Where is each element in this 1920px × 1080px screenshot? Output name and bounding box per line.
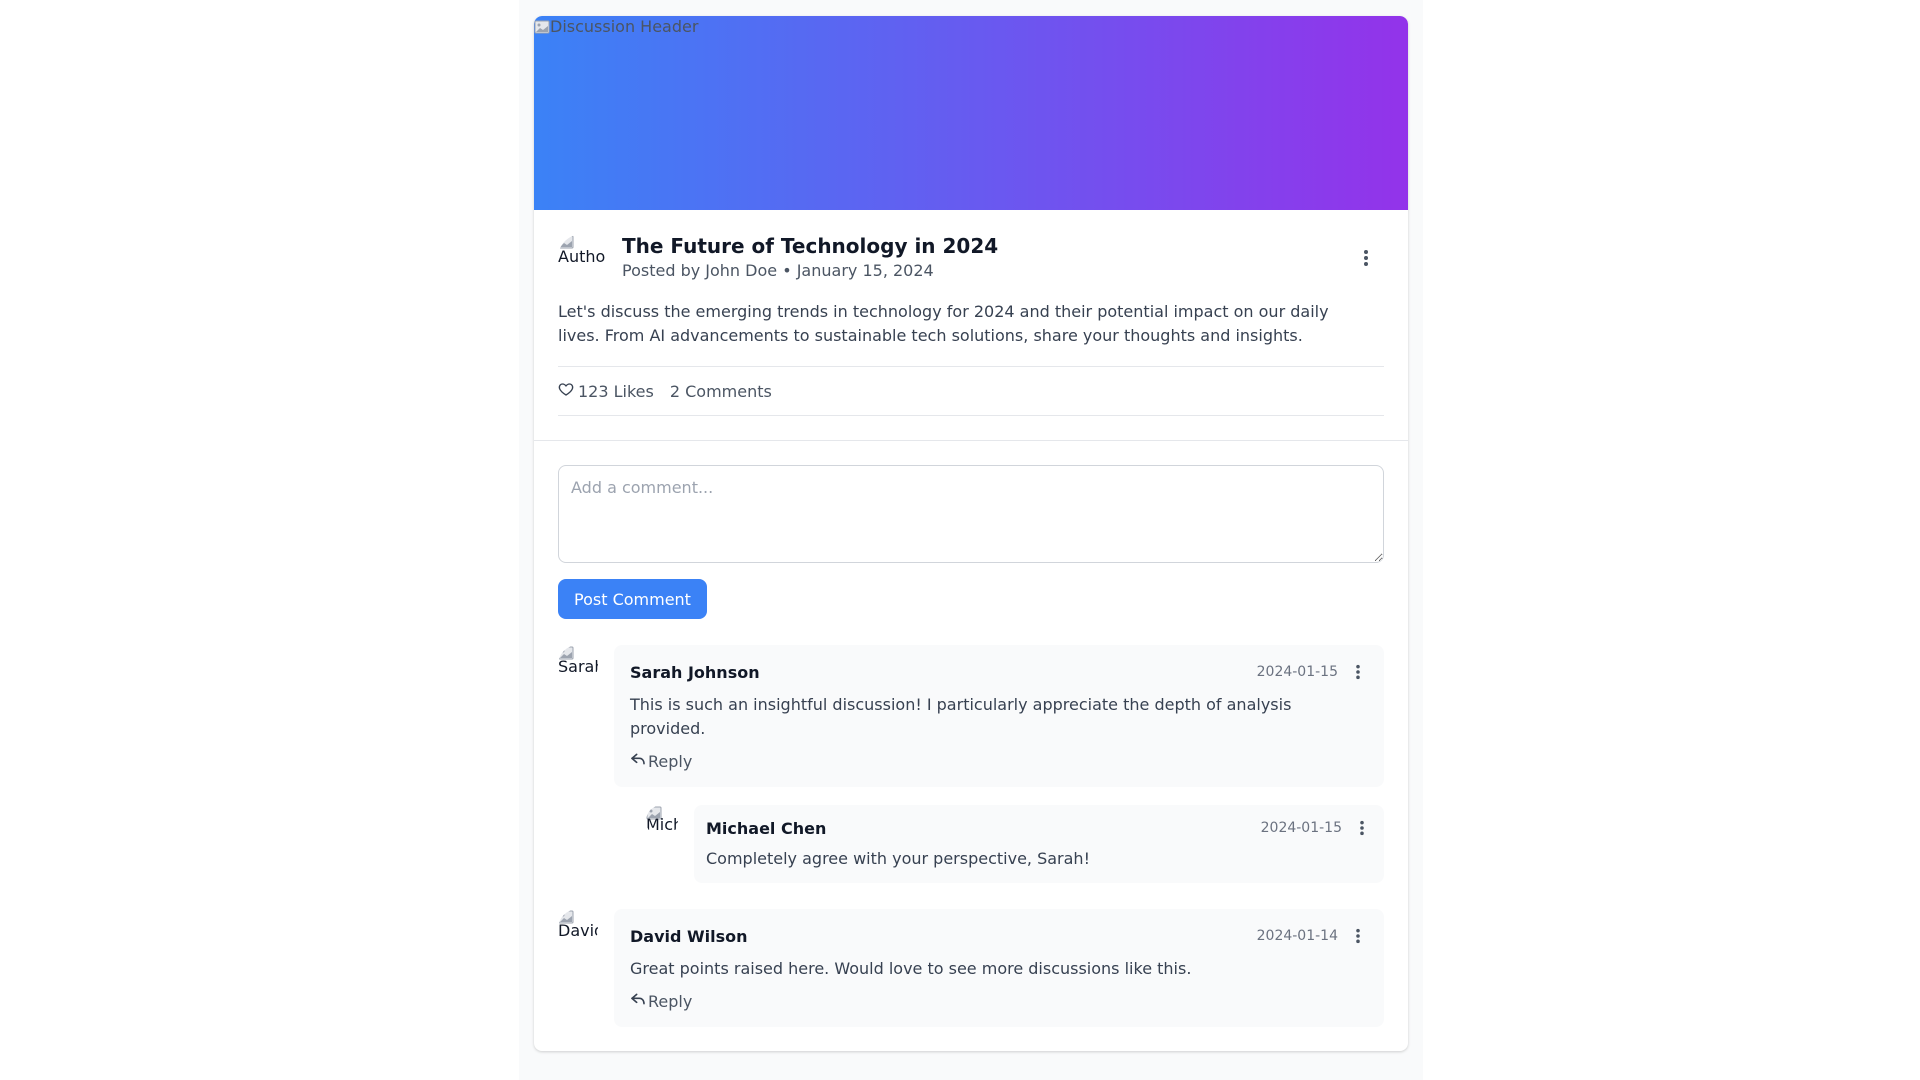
comment-author: Sarah Johnson [630, 662, 760, 682]
comment-header: Michael Chen 2024-01-15 [706, 817, 1372, 839]
reply-button[interactable]: Reply [630, 751, 692, 771]
comment-meta: 2024-01-15 [1261, 818, 1372, 838]
comment-author: Michael Chen [706, 818, 827, 838]
comment-more-options-icon[interactable] [1348, 662, 1368, 682]
reply-arrow-icon [630, 991, 648, 1011]
post-body: Author The Future of Technology in 2024 … [534, 210, 1408, 416]
author-avatar-alt: Author [558, 247, 606, 266]
broken-image-icon [534, 19, 550, 35]
likes-count: 123 Likes [578, 381, 654, 401]
comment-text: Great points raised here. Would love to … [630, 959, 1192, 978]
reply-label: Reply [648, 991, 693, 1011]
avatar-alt: David Wilson [558, 921, 598, 940]
avatar-alt: Sarah Johnson [558, 657, 598, 676]
comment-more-options-icon[interactable] [1348, 926, 1368, 946]
avatar-alt: Michael Chen [646, 815, 678, 834]
comment-bubble: Sarah Johnson 2024-01-15 This is such an… [614, 645, 1384, 787]
post-title-block: The Future of Technology in 2024 Posted … [622, 234, 998, 282]
post-comment-button[interactable]: Post Comment [558, 579, 707, 619]
comment-date: 2024-01-14 [1256, 928, 1338, 944]
like-button[interactable]: 123 Likes [558, 381, 654, 401]
post-meta: Posted by John Doe • January 15, 2024 [622, 261, 934, 280]
comment-author: David Wilson [630, 926, 748, 946]
post-header: Author The Future of Technology in 2024 … [558, 234, 1384, 282]
post-more-options-icon[interactable] [1356, 248, 1376, 268]
reply-label: Reply [648, 751, 693, 771]
comments-count[interactable]: 2 Comments [670, 382, 772, 401]
post-text: Let's discuss the emerging trends in tec… [558, 302, 1329, 345]
discussion-header-image: Discussion Header [534, 16, 1408, 210]
reply-button[interactable]: Reply [630, 991, 692, 1011]
header-image-alt: Discussion Header [534, 17, 698, 36]
avatar: Michael Chen [646, 805, 678, 837]
reply-arrow-icon [630, 751, 648, 771]
comment-date: 2024-01-15 [1260, 820, 1342, 836]
comment-header: Sarah Johnson 2024-01-15 [630, 661, 1368, 683]
post-stats: 123 Likes 2 Comments [558, 366, 1384, 416]
comment-text: Completely agree with your perspective, … [706, 849, 1090, 868]
comment-date: 2024-01-15 [1256, 664, 1338, 680]
comment-item: David Wilson David Wilson 2024-01-14 Gre… [558, 909, 1384, 1027]
reply-bubble: Michael Chen 2024-01-15 Completely agree… [694, 805, 1384, 883]
comment-input[interactable] [558, 465, 1384, 563]
heart-icon [558, 381, 578, 401]
comment-header: David Wilson 2024-01-14 [630, 925, 1368, 947]
comment-text: This is such an insightful discussion! I… [630, 695, 1292, 738]
avatar: David Wilson [558, 909, 598, 949]
comment-bubble: David Wilson 2024-01-14 Great points rai… [614, 909, 1384, 1027]
comment-more-options-icon[interactable] [1352, 818, 1372, 838]
avatar: Sarah Johnson [558, 645, 598, 685]
comment-item: Sarah Johnson Sarah Johnson 2024-01-15 T… [558, 645, 1384, 787]
discussion-card: Discussion Header Author The Future of T… [534, 16, 1408, 1051]
comment-meta: 2024-01-15 [1257, 662, 1368, 682]
post-title: The Future of Technology in 2024 [622, 234, 999, 258]
author-avatar: Author [558, 234, 606, 282]
comment-meta: 2024-01-14 [1257, 926, 1368, 946]
comment-section: Post Comment Sarah Johnson Sarah Johnson… [534, 441, 1408, 1051]
reply-item: Michael Chen Michael Chen 2024-01-15 Com… [646, 805, 1384, 883]
